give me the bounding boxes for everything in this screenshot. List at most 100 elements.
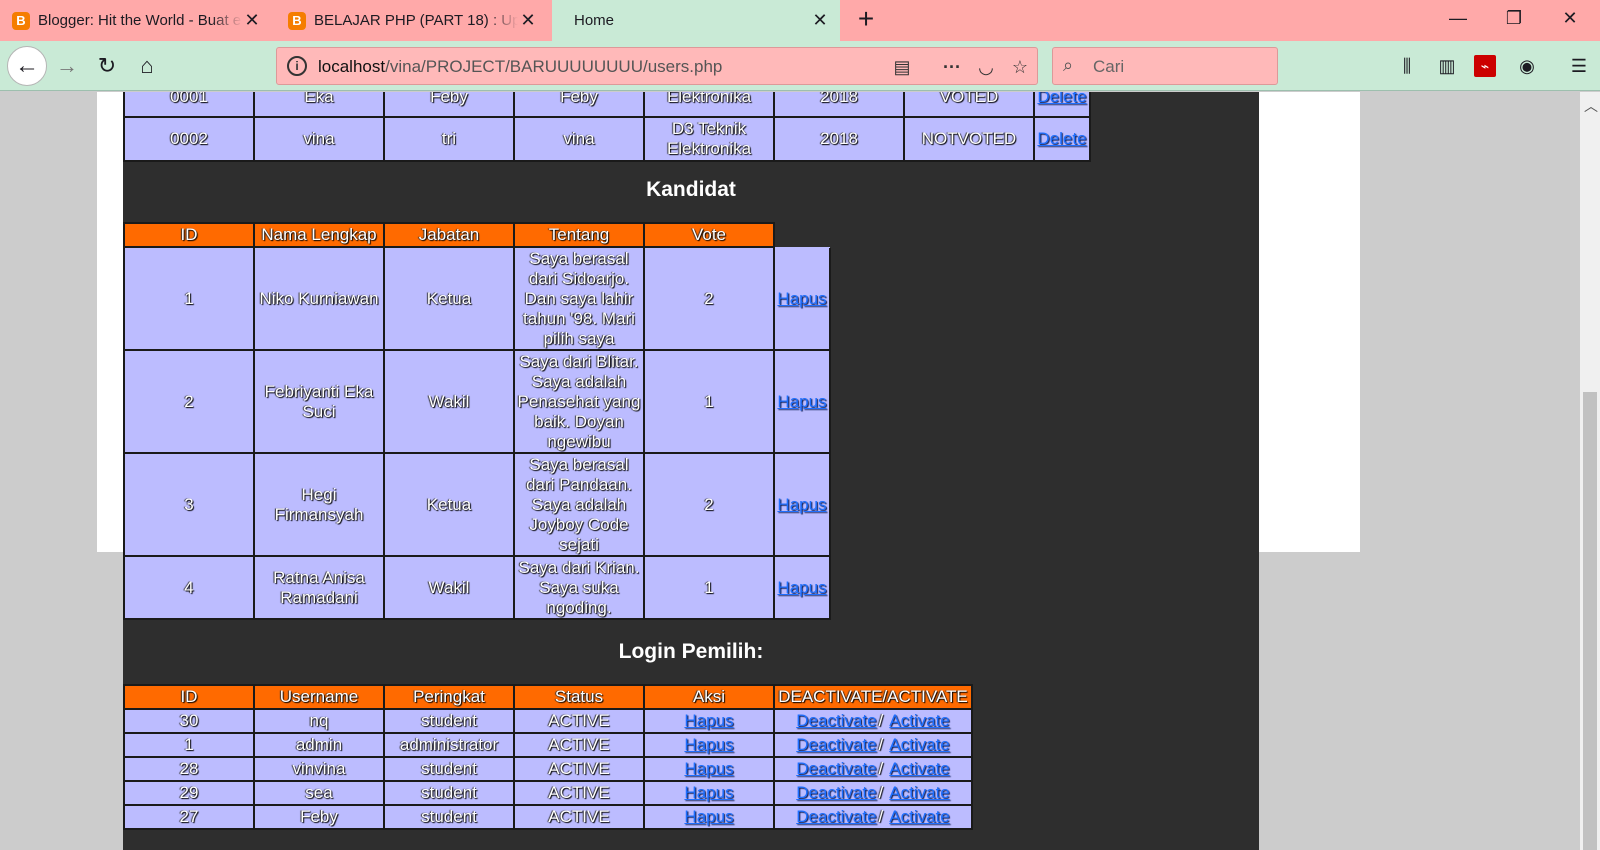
minimize-icon[interactable]: —	[1446, 8, 1470, 32]
user-angkatan-cell: 2018	[773, 116, 905, 162]
kandidat-tentang-cell: Saya dari Blitar. Saya adalah Penasehat …	[513, 349, 645, 454]
kandidat-tentang-cell: Saya berasal dari Sidoarjo. Dan saya lah…	[513, 246, 645, 351]
library-icon[interactable]: ⫼	[1394, 53, 1420, 79]
table-row: 0002 vina tri vina D3 Teknik Elektronika 2018…	[123, 116, 1091, 162]
deactivate-link[interactable]: Deactivate	[796, 783, 876, 802]
user-id-cell: 0002	[123, 116, 255, 162]
login-status-cell: ACTIVE	[513, 804, 645, 830]
col-header: Jabatan	[383, 222, 515, 248]
kandidat-jabatan-cell: Wakil	[383, 349, 515, 454]
close-tab-icon[interactable]: ✕	[242, 10, 262, 31]
kandidat-vote-cell: 1	[643, 349, 775, 454]
login-peringkat-cell: student	[383, 708, 515, 734]
deactivate-link[interactable]: Deactivate	[796, 711, 876, 730]
activate-link[interactable]: Activate	[889, 807, 949, 826]
link-separator: /	[878, 807, 884, 826]
account-icon[interactable]: ◉	[1514, 53, 1540, 79]
deactivate-link[interactable]: Deactivate	[796, 735, 876, 754]
scroll-up-arrow-icon[interactable]: ︿	[1584, 96, 1598, 116]
user-status-cell: NOTVOTED	[903, 116, 1035, 162]
scrollbar-thumb[interactable]	[1583, 392, 1597, 850]
back-arrow-icon[interactable]: ←	[7, 46, 47, 86]
blogger-favicon-icon: B	[12, 11, 30, 30]
user-status-cell: VOTED	[903, 92, 1035, 118]
hapus-link[interactable]: Hapus	[777, 289, 826, 308]
table-row: 0001 Eka Feby Feby Elektronika 2018 VOTED Delet…	[123, 92, 1091, 118]
col-header: Peringkat	[383, 684, 515, 710]
user-angkatan-cell: 2018	[773, 92, 905, 118]
reader-view-icon[interactable]: ▤	[889, 54, 915, 80]
menu-icon[interactable]: ☰	[1566, 53, 1592, 79]
toggle-actions-cell: Deactivate / Activate	[773, 756, 973, 782]
activate-link[interactable]: Activate	[889, 735, 949, 754]
hapus-link[interactable]: Hapus	[777, 392, 826, 411]
login-id-cell: 1	[123, 732, 255, 758]
login-peringkat-cell: student	[383, 780, 515, 806]
link-separator: /	[878, 759, 884, 778]
login-username-cell: Feby	[253, 804, 385, 830]
hapus-link[interactable]: Hapus	[684, 711, 733, 730]
close-tab-icon[interactable]: ✕	[810, 10, 830, 31]
info-icon[interactable]: i	[287, 56, 307, 76]
hapus-link[interactable]: Hapus	[684, 807, 733, 826]
toggle-actions-cell: Deactivate / Activate	[773, 780, 973, 806]
deactivate-link[interactable]: Deactivate	[796, 759, 876, 778]
table-row: 2 Febriyanti Eka Suci Wakil Saya dari Blita…	[123, 349, 831, 454]
table-row: 1 Niko Kurniawan Ketua Saya berasal dari Si…	[123, 246, 831, 351]
empty-header-cell	[774, 223, 830, 247]
login-username-cell: sea	[253, 780, 385, 806]
login-status-cell: ACTIVE	[513, 708, 645, 734]
delete-link[interactable]: Delete	[1037, 92, 1086, 106]
login-username-cell: vinvina	[253, 756, 385, 782]
tab-belajar-php[interactable]: B BELAJAR PHP (PART 18) : Upload ✕	[276, 0, 548, 41]
toggle-actions-cell: Deactivate / Activate	[773, 708, 973, 734]
bookmark-star-icon[interactable]: ☆	[1007, 54, 1033, 80]
search-placeholder: Cari	[1093, 57, 1125, 76]
pocket-icon[interactable]: ◡	[973, 54, 999, 80]
kandidat-id-cell: 1	[123, 246, 255, 351]
kandidat-id-cell: 2	[123, 349, 255, 454]
search-icon: ⌕	[1063, 55, 1074, 75]
activate-link[interactable]: Activate	[889, 711, 949, 730]
table-row: 4 Ratna Anisa Ramadani Wakil Saya dari Kria…	[123, 555, 831, 620]
hapus-link[interactable]: Hapus	[777, 578, 826, 597]
hapus-link[interactable]: Hapus	[684, 783, 733, 802]
close-tab-icon[interactable]: ✕	[518, 10, 538, 31]
activate-link[interactable]: Activate	[889, 759, 949, 778]
hapus-link-cell: Hapus	[773, 246, 831, 351]
kandidat-nama-cell: Febriyanti Eka Suci	[253, 349, 385, 454]
url-path: /vina/PROJECT/BARUUUUUUUU/users.php	[385, 57, 723, 76]
url-bar[interactable]: i localhost/vina/PROJECT/BARUUUUUUUU/use…	[276, 47, 1038, 85]
kandidat-tentang-cell: Saya berasal dari Pandaan. Saya adalah J…	[513, 452, 645, 557]
user-prodi-cell: D3 Teknik Elektronika	[643, 116, 775, 162]
new-tab-button[interactable]: +	[852, 5, 880, 34]
tab-blogger[interactable]: B Blogger: Hit the World - Buat entri ✕	[0, 0, 272, 41]
tab-home[interactable]: Home ✕	[552, 0, 840, 41]
restore-icon[interactable]: ❐	[1502, 8, 1526, 32]
hapus-link[interactable]: Hapus	[684, 735, 733, 754]
search-box[interactable]: ⌕ Cari	[1052, 47, 1278, 85]
pdf-extension-icon[interactable]: ⌁	[1474, 55, 1496, 77]
kandidat-id-cell: 4	[123, 555, 255, 620]
forward-arrow-icon[interactable]: →	[50, 49, 84, 83]
activate-link[interactable]: Activate	[889, 783, 949, 802]
more-actions-icon[interactable]: ···	[939, 54, 965, 80]
login-id-cell: 29	[123, 780, 255, 806]
hapus-link[interactable]: Hapus	[777, 495, 826, 514]
link-separator: /	[878, 711, 884, 730]
sidebar-icon[interactable]: ▥	[1434, 53, 1460, 79]
close-window-icon[interactable]: ✕	[1558, 8, 1582, 32]
reload-icon[interactable]: ↻	[90, 49, 124, 83]
hapus-link[interactable]: Hapus	[684, 759, 733, 778]
delete-link[interactable]: Delete	[1037, 129, 1086, 148]
table-row: 30 nq student ACTIVE Hapus Deactivate / Activat…	[123, 708, 973, 734]
users-table: 0001 Eka Feby Feby Elektronika 2018 VOTED Delet…	[123, 92, 1091, 162]
kandidat-nama-cell: Hegi Firmansyah	[253, 452, 385, 557]
tab-title: Blogger: Hit the World - Buat entri	[38, 12, 242, 29]
deactivate-link[interactable]: Deactivate	[796, 807, 876, 826]
home-icon[interactable]: ⌂	[130, 49, 164, 83]
col-header: DEACTIVATE/ACTIVATE	[773, 684, 973, 710]
hapus-link-cell: Hapus	[773, 452, 831, 557]
hapus-link-cell: Hapus	[643, 732, 775, 758]
url-text[interactable]: localhost/vina/PROJECT/BARUUUUUUUU/users…	[318, 57, 722, 77]
